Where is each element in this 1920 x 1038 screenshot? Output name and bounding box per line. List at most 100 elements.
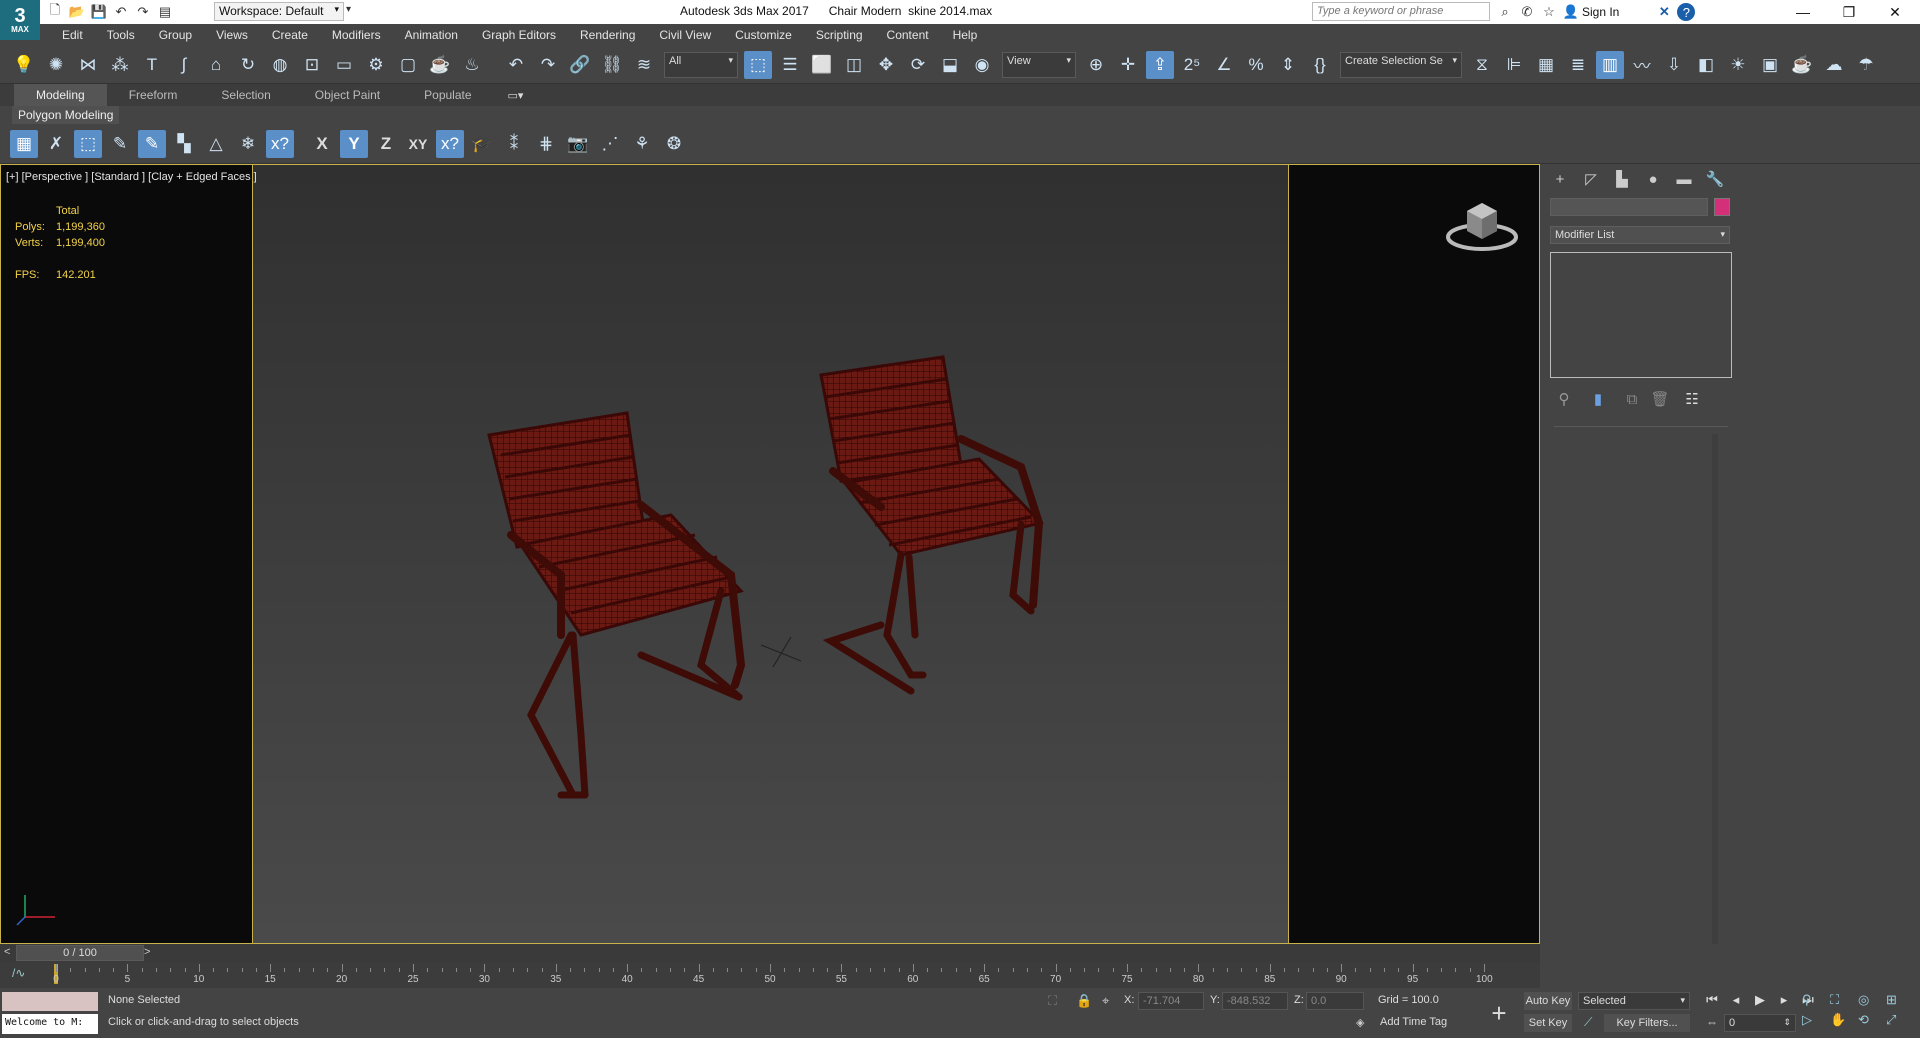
edit-icon[interactable]: ✎ — [106, 130, 134, 158]
menu-edit[interactable]: Edit — [50, 24, 95, 46]
axis-constraint-toggle-icon[interactable]: x? — [436, 129, 464, 158]
axis-xy-button[interactable]: XY — [404, 130, 432, 158]
field-of-view-icon[interactable]: ▷ — [1802, 1012, 1826, 1028]
axis-z-button[interactable]: Z — [372, 130, 400, 158]
open-file-icon[interactable]: 📂 — [68, 3, 86, 21]
angle-icon[interactable]: △ — [202, 130, 230, 158]
perspective-viewport[interactable]: [+] [Perspective ] [Standard ] [Clay + E… — [0, 164, 1540, 944]
ribbon-panel-label[interactable]: Polygon Modeling — [12, 106, 120, 124]
tab-object-paint[interactable]: Object Paint — [293, 84, 402, 106]
maxscript-listener-pink[interactable] — [2, 992, 98, 1011]
layer-explorer-icon[interactable]: ≣ — [1564, 51, 1592, 79]
restore-button[interactable]: ❐ — [1826, 0, 1872, 24]
time-slider[interactable]: < 0 / 100 > — [0, 944, 1540, 962]
make-unique-icon[interactable]: ⧉ — [1620, 388, 1644, 410]
menu-animation[interactable]: Animation — [393, 24, 470, 46]
selection-lock-icon[interactable]: 🔒 — [1076, 993, 1092, 1009]
auto-key-button[interactable]: Auto Key — [1524, 992, 1572, 1010]
chair-right[interactable] — [819, 355, 1044, 695]
axis-constraint-icon[interactable]: x? — [266, 129, 294, 158]
minimize-button[interactable]: — — [1780, 0, 1826, 24]
sun-icon[interactable]: ✺ — [42, 51, 70, 79]
menu-modifiers[interactable]: Modifiers — [320, 24, 393, 46]
align-icon[interactable]: ⊫ — [1500, 51, 1528, 79]
absolute-mode-icon[interactable]: ⌖ — [1102, 993, 1109, 1009]
go-to-start-icon[interactable]: ⏮ — [1700, 992, 1724, 1008]
ribbon-options-icon[interactable]: ▭▾ — [508, 89, 524, 102]
time-tag-icon[interactable]: ◈ — [1356, 1016, 1364, 1029]
text-icon[interactable]: T — [138, 51, 166, 79]
select-manipulate-icon[interactable]: ✛ — [1114, 51, 1142, 79]
menu-graph-editors[interactable]: Graph Editors — [470, 24, 568, 46]
select-object-icon[interactable]: ⬚ — [744, 50, 772, 79]
menu-scripting[interactable]: Scripting — [804, 24, 875, 46]
paint-icon[interactable]: ▚ — [170, 130, 198, 158]
time-slider-thumb[interactable]: 0 / 100 — [16, 945, 144, 961]
play-icon[interactable]: ▶ — [1748, 992, 1772, 1008]
set-key-plus-icon[interactable]: + — [1484, 998, 1514, 1028]
select-by-name-icon[interactable]: ☰ — [776, 51, 804, 79]
modify-tab-icon[interactable]: ◸ — [1579, 168, 1603, 190]
loft-icon[interactable]: ⌂ — [202, 51, 230, 79]
render-frame-icon[interactable]: ▭ — [330, 51, 358, 79]
teapot-icon[interactable]: ☕ — [426, 51, 454, 79]
object-color-swatch[interactable] — [1714, 198, 1730, 216]
maximize-viewport-icon[interactable]: ⤢ — [1886, 1012, 1910, 1028]
schematic-view-icon[interactable]: ⇩ — [1660, 51, 1688, 79]
material-editor-icon[interactable]: ◧ — [1692, 51, 1720, 79]
sphere-icon[interactable]: ◍ — [266, 51, 294, 79]
key-mode-toggle-icon[interactable]: ⇔ — [1706, 1015, 1718, 1029]
helper-icon[interactable]: ⋈ — [74, 51, 102, 79]
array-icon[interactable]: ⋕ — [532, 130, 560, 158]
light-icon[interactable]: 💡 — [10, 51, 38, 79]
named-selection-dropdown[interactable]: Create Selection Se ▾ — [1340, 51, 1462, 78]
camera-icon[interactable]: ⊡ — [298, 51, 326, 79]
redo-icon[interactable]: ↷ — [534, 51, 562, 79]
rendered-frame-icon[interactable]: ▣ — [1756, 51, 1784, 79]
display-tab-icon[interactable]: ▬ — [1672, 168, 1696, 190]
xform-icon[interactable]: ❂ — [660, 130, 688, 158]
modifier-list-dropdown[interactable]: Modifier List ▾ — [1550, 226, 1730, 244]
pivot-center-icon[interactable]: ⊕ — [1082, 51, 1110, 79]
default-tangent-icon[interactable]: ⟋ — [1584, 1015, 1592, 1030]
menu-content[interactable]: Content — [875, 24, 941, 46]
remove-modifier-icon[interactable]: 🗑 — [1648, 388, 1672, 410]
undo-icon[interactable]: ↶ — [112, 3, 130, 21]
next-frame-icon[interactable]: ▸ — [1772, 992, 1796, 1008]
select-region-icon[interactable]: ⬚ — [74, 129, 102, 158]
scene-explorer-icon[interactable]: ▦ — [1532, 51, 1560, 79]
menu-rendering[interactable]: Rendering — [568, 24, 647, 46]
tab-populate[interactable]: Populate — [402, 84, 493, 106]
panel-scrollbar[interactable] — [1712, 434, 1718, 944]
set-key-button[interactable]: Set Key — [1524, 1014, 1572, 1032]
time-slider-prev-icon[interactable]: < — [4, 946, 10, 958]
snowflake-icon[interactable]: ❄ — [234, 130, 262, 158]
x-coordinate-field[interactable]: -71.704 — [1138, 992, 1204, 1010]
graduation-icon[interactable]: 🎓 — [468, 130, 496, 158]
keyboard-shortcut-override-icon[interactable]: ⇪ — [1146, 50, 1174, 79]
search-input[interactable]: Type a keyword or phrase — [1312, 2, 1490, 21]
help-icon[interactable]: ? — [1677, 3, 1696, 21]
customize-qa-icon[interactable]: ▾ — [346, 4, 351, 15]
app-logo[interactable]: 3 MAX — [0, 0, 40, 40]
menu-help[interactable]: Help — [941, 24, 990, 46]
ribbon-toggle-icon[interactable]: ▥ — [1596, 50, 1624, 79]
tab-modeling[interactable]: Modeling — [14, 84, 107, 106]
spacing-icon[interactable]: ⋰ — [596, 130, 624, 158]
edit-named-selection-icon[interactable]: {} — [1306, 51, 1334, 79]
maxscript-mini-listener[interactable]: Welcome to M: — [2, 1014, 98, 1034]
spline-icon[interactable]: ∫ — [170, 51, 198, 79]
zoom-extents-all-icon[interactable]: ⊞ — [1886, 992, 1910, 1008]
move-icon[interactable]: ✥ — [872, 51, 900, 79]
unlink-icon[interactable]: ⛓ — [598, 51, 626, 79]
tab-freeform[interactable]: Freeform — [107, 84, 200, 106]
menu-civil-view[interactable]: Civil View — [647, 24, 723, 46]
communication-icon[interactable]: ✆ — [1518, 3, 1536, 21]
render-production-icon[interactable]: ☕ — [1788, 51, 1816, 79]
workspace-dropdown[interactable]: Workspace: Default ▾ — [214, 2, 344, 21]
viewcube[interactable] — [1445, 195, 1519, 255]
box-icon[interactable]: ▢ — [394, 51, 422, 79]
clone-icon[interactable]: ⚘ — [628, 130, 656, 158]
zoom-extents-icon[interactable]: ◎ — [1858, 992, 1882, 1008]
menu-create[interactable]: Create — [260, 24, 320, 46]
